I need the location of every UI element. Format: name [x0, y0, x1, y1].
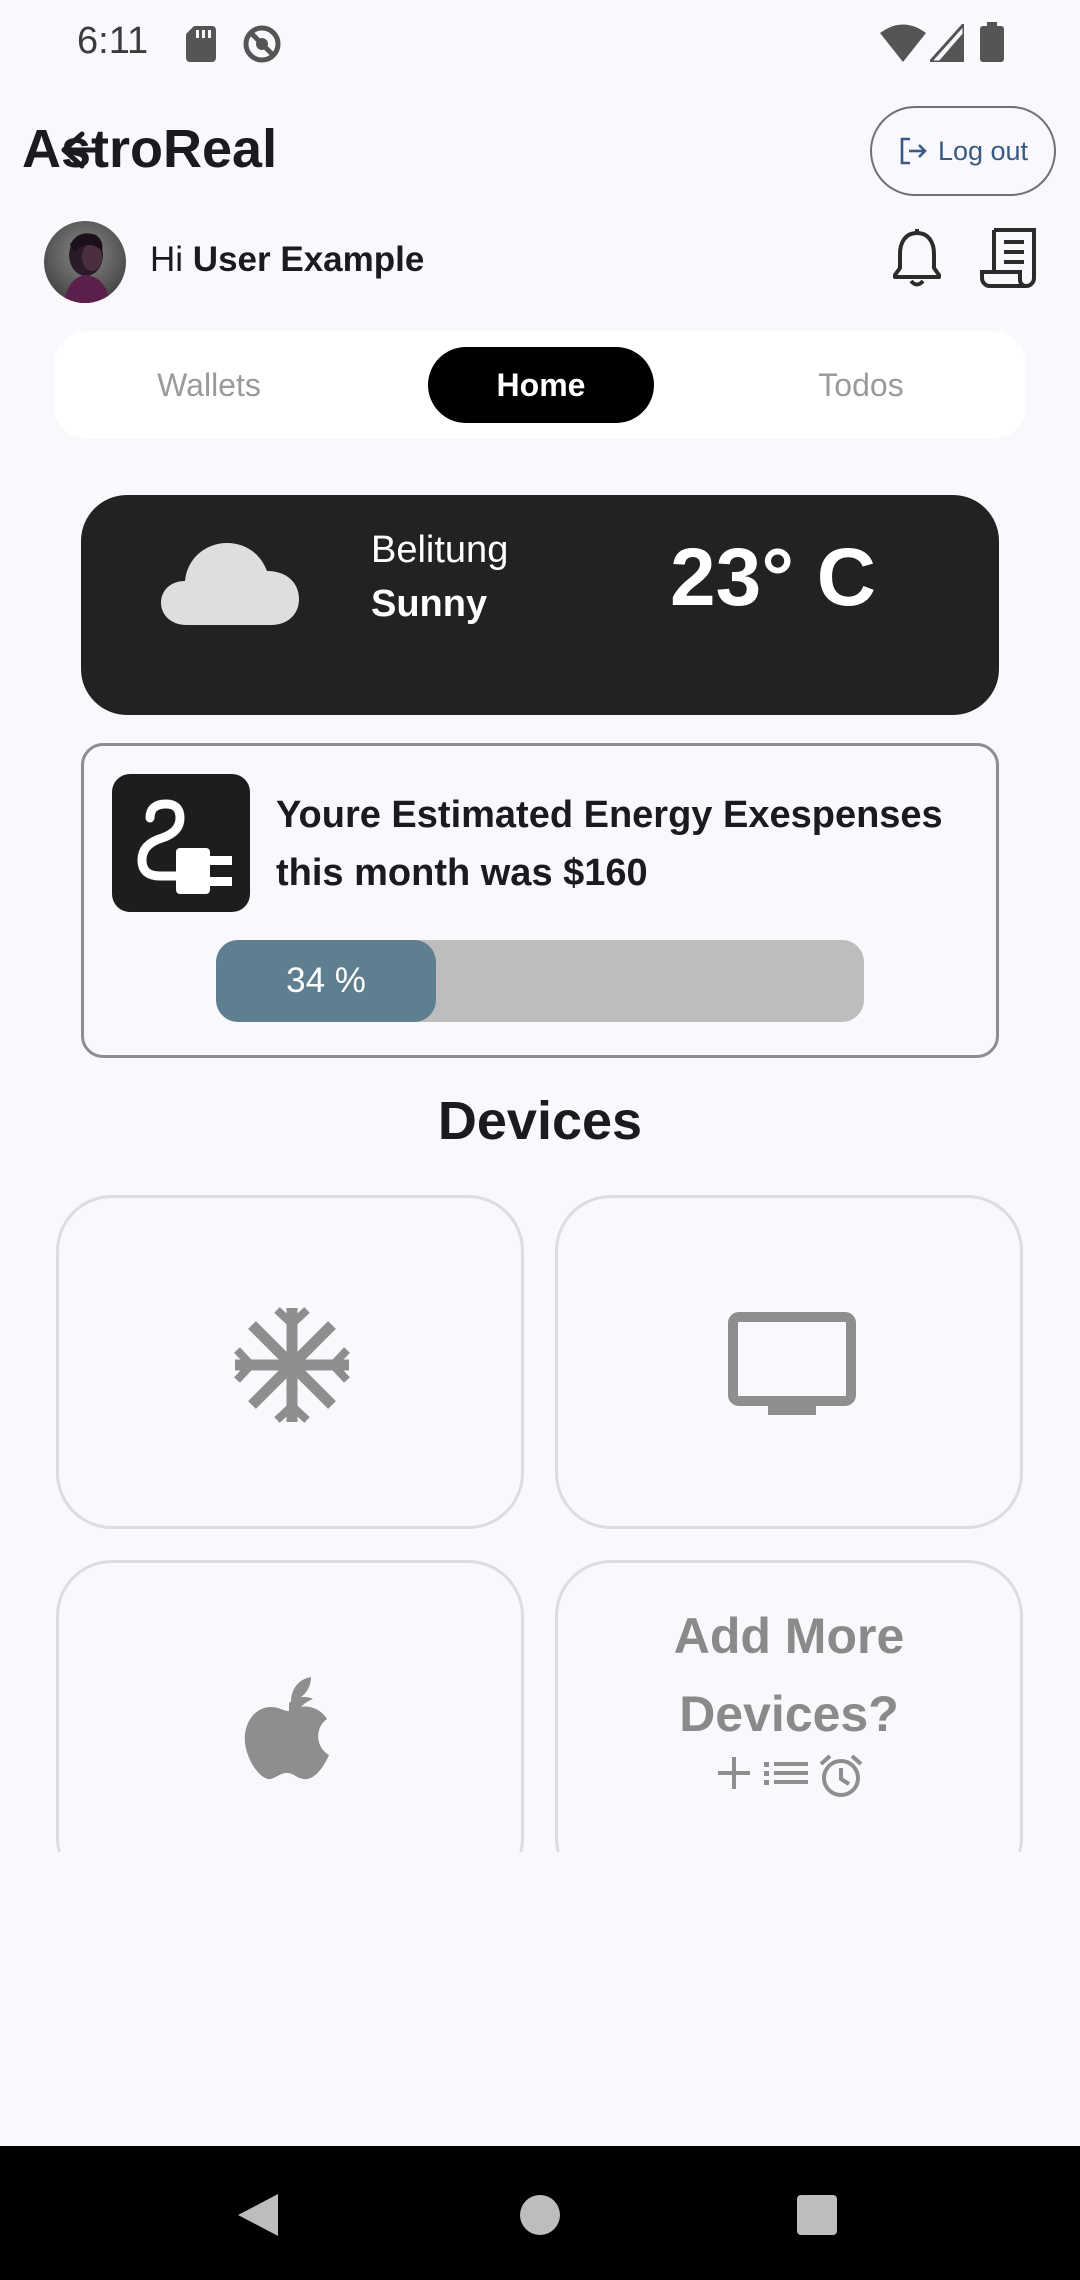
- weather-temperature: 23° C: [670, 532, 877, 623]
- greeting: Hi User Example: [150, 240, 424, 280]
- blocked-icon: [243, 25, 281, 63]
- devices-title: Devices: [437, 1091, 643, 1151]
- weather-condition: Sunny: [371, 583, 488, 625]
- nav-back-icon[interactable]: [236, 2192, 280, 2238]
- alarm-icon: [819, 1754, 863, 1797]
- devices-grid: Add More Devices?: [0, 1190, 1080, 1852]
- battery-icon: [980, 22, 1004, 62]
- sd-card-icon: [186, 26, 216, 62]
- device-card-tv[interactable]: [555, 1195, 1023, 1529]
- tv-icon: [728, 1312, 856, 1415]
- weather-city: Belitung: [371, 529, 509, 571]
- greeting-prefix: Hi: [150, 240, 184, 279]
- signal-icon: [930, 24, 964, 62]
- plug-icon-box: [112, 774, 250, 912]
- tab-bar: Wallets Home Todos: [54, 331, 1026, 439]
- status-bar: 6:11: [0, 0, 1080, 86]
- cloud-icon: [161, 543, 299, 625]
- status-time: 6:11: [77, 20, 149, 62]
- back-arrow-icon[interactable]: [52, 126, 100, 174]
- energy-progress-label: 34 %: [286, 961, 366, 1000]
- avatar-image: [44, 221, 126, 303]
- device-card-apple[interactable]: [56, 1560, 524, 1852]
- tab-todos[interactable]: Todos: [766, 331, 956, 439]
- add-more-devices-label: Add More Devices?: [673, 1608, 905, 1742]
- snowflake-icon: [234, 1307, 350, 1423]
- nav-home-icon[interactable]: [519, 2194, 561, 2236]
- add-more-icons: [558, 1753, 1020, 1799]
- logout-label: Log out: [937, 135, 1029, 166]
- add-more-devices-card[interactable]: Add More Devices?: [555, 1560, 1023, 1852]
- wifi-icon: [880, 24, 926, 62]
- avatar[interactable]: [44, 221, 126, 303]
- weather-card: Belitung Sunny 23° C: [81, 495, 999, 715]
- user-name: User Example: [192, 240, 425, 279]
- tab-home[interactable]: Home: [428, 347, 654, 423]
- tab-wallets[interactable]: Wallets: [114, 331, 304, 439]
- list-icon: [764, 1762, 808, 1785]
- device-card-ac[interactable]: [56, 1195, 524, 1529]
- logout-icon: [900, 137, 927, 165]
- system-nav-bar: [0, 2146, 1080, 2280]
- bell-icon[interactable]: [890, 228, 944, 290]
- plug-icon: [137, 799, 232, 894]
- energy-card: Youre Estimated Energy Exespenses this m…: [81, 743, 999, 1058]
- logout-button[interactable]: Log out: [870, 106, 1056, 196]
- plus-icon: [718, 1757, 750, 1789]
- nav-recents-icon[interactable]: [797, 2195, 837, 2235]
- screen: 6:11 AstroReal Log out Hi User Example W…: [0, 0, 1080, 2280]
- apple-icon: [244, 1677, 329, 1780]
- energy-expense-text: Youre Estimated Energy Exespenses this m…: [276, 794, 943, 894]
- receipt-icon[interactable]: [980, 228, 1038, 290]
- energy-progress-bar: 34 %: [216, 940, 864, 1022]
